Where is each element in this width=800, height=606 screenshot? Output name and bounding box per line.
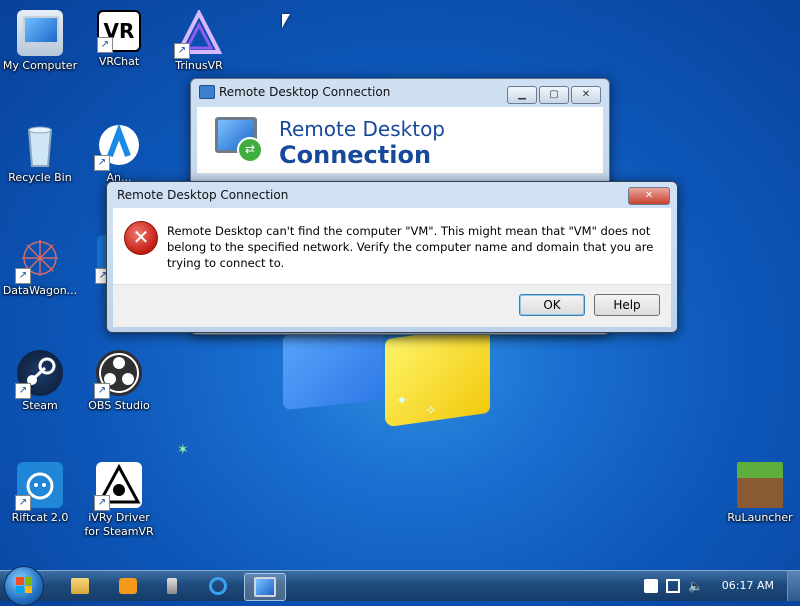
- ivry-icon: ↗: [94, 462, 142, 511]
- desktop-icon-riftcat[interactable]: ↗ Riftcat 2.0: [0, 462, 80, 525]
- dialog-message: Remote Desktop can't find the computer "…: [167, 224, 654, 270]
- riftcat-icon: ↗: [15, 462, 63, 511]
- connect-arrow-icon: ⇄: [237, 137, 263, 163]
- windows-flag-icon: [16, 577, 32, 593]
- shortcut-arrow-icon: ↗: [174, 43, 190, 59]
- recycle-bin-icon: [17, 122, 63, 168]
- ok-button[interactable]: OK: [519, 294, 585, 316]
- help-button[interactable]: Help: [594, 294, 660, 316]
- minecraft-block-icon: [737, 462, 783, 508]
- taskbar-media-player[interactable]: [108, 573, 148, 599]
- windows-logo-yellow-pane: [385, 324, 490, 428]
- shortcut-arrow-icon: ↗: [94, 495, 110, 511]
- system-tray: 🔈 06:17 AM: [630, 571, 800, 601]
- dialog-close-button[interactable]: ✕: [628, 187, 670, 205]
- obs-icon: ↗: [94, 350, 142, 399]
- windows-logo-blue-pane: [283, 324, 383, 411]
- usb-device-icon: [167, 578, 177, 594]
- error-icon: ✕: [124, 221, 158, 255]
- dialog-titlebar[interactable]: Remote Desktop Connection ✕: [107, 182, 677, 208]
- taskbar-internet-explorer[interactable]: [198, 573, 238, 599]
- banner-title-line2: Connection: [279, 141, 432, 169]
- shortcut-arrow-icon: ↗: [15, 495, 31, 511]
- show-desktop-button[interactable]: [787, 571, 800, 601]
- desktop-icon-obs[interactable]: ↗ OBS Studio: [79, 350, 159, 413]
- computer-icon: [17, 10, 63, 56]
- taskbar-remote-desktop[interactable]: [244, 573, 286, 601]
- dialog-title: Remote Desktop Connection: [117, 188, 289, 202]
- rdc-window-title: Remote Desktop Connection: [219, 85, 391, 99]
- rdc-caption-buttons: ▁ ▢ ✕: [507, 86, 601, 104]
- desktop-icon-datawagon[interactable]: ↗ DataWagon...: [0, 235, 80, 298]
- shortcut-arrow-icon: ↗: [15, 383, 31, 399]
- vrchat-icon: VR ↗: [97, 10, 141, 53]
- sparkle-icon: ✶: [177, 442, 189, 458]
- shortcut-arrow-icon: ↗: [97, 37, 113, 53]
- volume-icon[interactable]: 🔈: [688, 579, 703, 593]
- shortcut-arrow-icon: ↗: [94, 383, 110, 399]
- start-button[interactable]: [4, 566, 44, 606]
- desktop-icon-ivry[interactable]: ↗ iVRy Driver for SteamVR: [79, 462, 159, 539]
- error-dialog: Remote Desktop Connection ✕ ✕ Remote Des…: [106, 181, 678, 333]
- sparkle-icon: ✦: [396, 393, 408, 409]
- minimize-button[interactable]: ▁: [507, 86, 537, 104]
- app-icon: ↗: [94, 122, 142, 171]
- dialog-caption-buttons: ✕: [628, 187, 670, 205]
- media-player-icon: [119, 578, 137, 594]
- desktop-icon-rulauncher[interactable]: RuLauncher: [720, 462, 800, 525]
- dialog-button-bar: OK Help: [113, 284, 671, 327]
- trinusvr-icon: ↗: [174, 8, 223, 59]
- taskbar-clock[interactable]: 06:17 AM: [722, 579, 774, 592]
- rdc-titlebar[interactable]: Remote Desktop Connection ▁ ▢ ✕: [191, 79, 609, 105]
- dialog-body: ✕ Remote Desktop can't find the computer…: [113, 208, 671, 284]
- desktop-icon-trinusvr[interactable]: ↗ TrinusVR: [159, 8, 239, 73]
- network-icon[interactable]: [666, 579, 680, 593]
- maximize-button[interactable]: ▢: [539, 86, 569, 104]
- rdc-banner: ⇄ Remote Desktop Connection: [197, 107, 603, 174]
- taskbar-explorer[interactable]: [60, 573, 100, 599]
- desktop-icon-app[interactable]: ↗ An...: [79, 122, 159, 185]
- close-button[interactable]: ✕: [571, 86, 601, 104]
- internet-explorer-icon: [209, 577, 227, 595]
- desktop-icon-my-computer[interactable]: My Computer: [0, 10, 80, 73]
- desktop-icon-vrchat[interactable]: VR ↗ VRChat: [79, 10, 159, 69]
- remote-desktop-icon: [199, 85, 215, 99]
- remote-desktop-icon: [254, 577, 276, 597]
- steam-icon: ↗: [15, 350, 63, 399]
- shortcut-arrow-icon: ↗: [94, 155, 110, 171]
- desktop-icon-steam[interactable]: ↗ Steam: [0, 350, 80, 413]
- banner-title-line1: Remote Desktop: [279, 117, 446, 141]
- sparkle-icon: ✧: [425, 403, 437, 419]
- action-center-flag-icon[interactable]: [644, 579, 658, 593]
- taskbar-usb-device[interactable]: [152, 573, 192, 599]
- desktop-icon-recycle-bin[interactable]: Recycle Bin: [0, 122, 80, 185]
- taskbar: 🔈 06:17 AM: [0, 566, 800, 606]
- explorer-icon: [71, 578, 89, 594]
- datawagon-icon: ↗: [15, 235, 63, 284]
- shortcut-arrow-icon: ↗: [15, 268, 31, 284]
- mouse-cursor-icon: [282, 14, 290, 28]
